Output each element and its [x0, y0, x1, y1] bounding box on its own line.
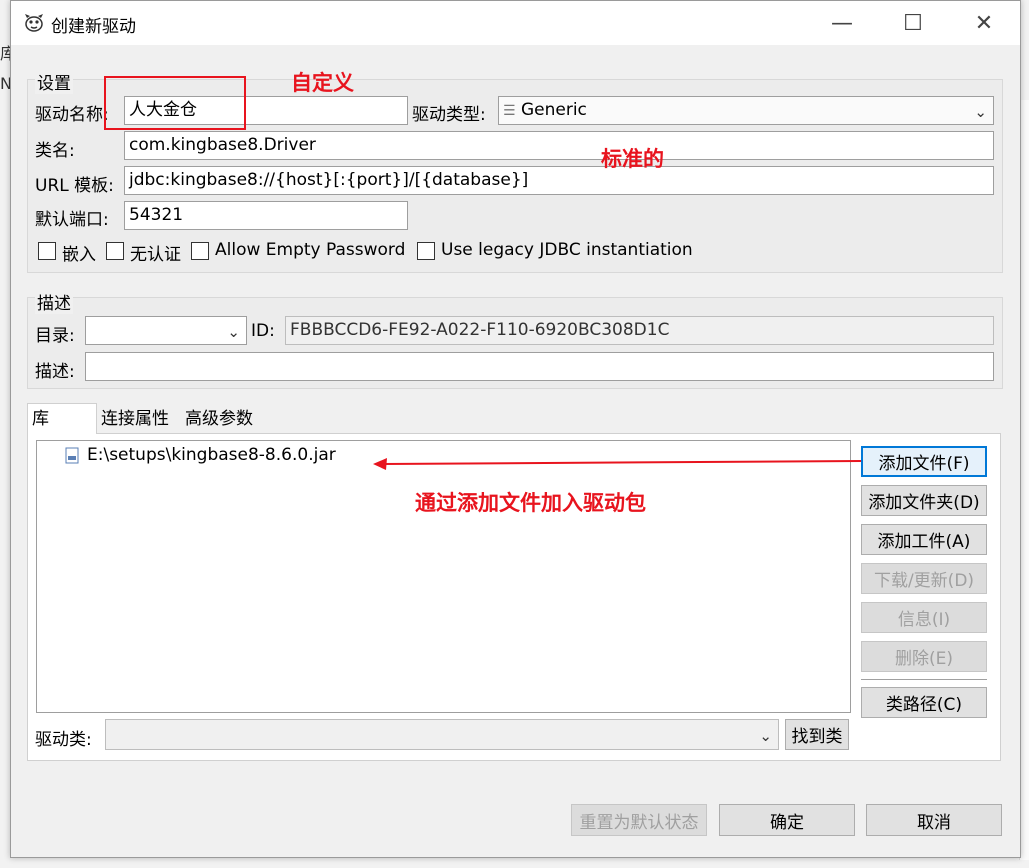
annotation-highlight-box	[104, 76, 246, 130]
add-artifact-button[interactable]: 添加工件(A)	[861, 524, 987, 555]
add-folder-button[interactable]: 添加文件夹(D)	[861, 485, 987, 516]
reset-defaults-button[interactable]: 重置为默认状态	[571, 804, 707, 836]
url-template-label: URL 模板:	[35, 176, 114, 196]
id-value: FBBBCCD6-FE92-A022-F110-6920BC308D1C	[290, 320, 670, 340]
legacy-jdbc-checkbox[interactable]	[417, 242, 435, 260]
delete-label: 删除(E)	[894, 649, 953, 669]
add-file-button[interactable]: 添加文件(F)	[861, 446, 987, 477]
description-legend: 描述	[35, 289, 73, 314]
class-name-label: 类名:	[35, 141, 75, 161]
minimize-button[interactable]: —	[813, 1, 871, 45]
driver-type-select[interactable]: ☰ Generic ⌄	[498, 96, 994, 125]
add-artifact-label: 添加工件(A)	[877, 532, 971, 552]
allow-empty-password-label: Allow Empty Password	[215, 240, 406, 260]
description-label: 描述:	[35, 362, 75, 382]
jar-file-icon	[65, 447, 79, 463]
annotation-standard: 标准的	[601, 146, 664, 171]
chevron-down-icon: ⌄	[227, 323, 240, 341]
tab-libraries-label: 库	[32, 409, 49, 429]
category-label: 目录:	[35, 326, 75, 346]
find-class-button[interactable]: 找到类	[785, 719, 849, 750]
library-file-list[interactable]: E:\setups\kingbase8-8.6.0.jar	[36, 440, 851, 713]
no-auth-checkbox[interactable]	[106, 242, 124, 260]
cancel-label: 取消	[917, 812, 951, 833]
driver-type-value: Generic	[520, 100, 587, 120]
tab-advanced-parameters-label: 高级参数	[185, 409, 253, 429]
ok-button[interactable]: 确定	[719, 804, 855, 836]
maximize-icon: ☐	[903, 10, 923, 36]
default-port-value: 54321	[129, 205, 184, 225]
list-item[interactable]: E:\setups\kingbase8-8.6.0.jar	[65, 445, 336, 465]
url-template-input[interactable]: jdbc:kingbase8://{host}[:{port}]/[{datab…	[124, 166, 994, 195]
close-button[interactable]: ✕	[955, 1, 1013, 45]
create-driver-dialog: 创建新驱动 — ☐ ✕ 设置 驱动名称: 人大金仓 驱动类型: ☰ Generi…	[10, 0, 1021, 858]
add-file-label: 添加文件(F)	[878, 454, 970, 474]
window-title: 创建新驱动	[51, 17, 136, 37]
delete-button[interactable]: 删除(E)	[861, 641, 987, 672]
driver-type-label: 驱动类型:	[412, 105, 486, 125]
category-select[interactable]: ⌄	[85, 316, 247, 345]
info-button[interactable]: 信息(I)	[861, 602, 987, 633]
driver-name-label: 驱动名称:	[35, 105, 109, 125]
tab-connection-properties[interactable]: 连接属性	[97, 404, 173, 434]
class-name-value: com.kingbase8.Driver	[129, 135, 316, 155]
annotation-custom: 自定义	[291, 70, 354, 95]
ok-label: 确定	[770, 812, 804, 833]
annotation-arrow	[373, 458, 862, 470]
url-template-value: jdbc:kingbase8://{host}[:{port}]/[{datab…	[129, 170, 529, 190]
settings-legend: 设置	[35, 69, 73, 94]
database-icon: ☰	[503, 103, 516, 119]
minimize-icon: —	[831, 10, 853, 36]
description-input[interactable]	[85, 352, 994, 381]
download-update-button[interactable]: 下载/更新(D)	[861, 563, 987, 594]
separator	[861, 679, 987, 680]
library-file-name: E:\setups\kingbase8-8.6.0.jar	[87, 445, 336, 465]
default-port-label: 默认端口:	[35, 210, 109, 230]
info-label: 信息(I)	[897, 610, 951, 630]
classpath-button[interactable]: 类路径(C)	[861, 687, 987, 718]
tab-connection-properties-label: 连接属性	[101, 409, 169, 429]
close-icon: ✕	[974, 10, 994, 36]
class-name-input[interactable]: com.kingbase8.Driver	[124, 131, 994, 160]
id-label: ID:	[251, 321, 275, 341]
download-update-label: 下载/更新(D)	[873, 571, 975, 591]
annotation-add-file-hint: 通过添加文件加入驱动包	[415, 490, 646, 515]
tab-advanced-parameters[interactable]: 高级参数	[181, 404, 257, 434]
id-field: FBBBCCD6-FE92-A022-F110-6920BC308D1C	[285, 316, 994, 345]
reset-defaults-label: 重置为默认状态	[579, 812, 699, 833]
add-folder-label: 添加文件夹(D)	[868, 493, 980, 513]
title-bar: 创建新驱动 — ☐ ✕	[11, 1, 1020, 45]
dbeaver-beaver-icon	[25, 14, 43, 32]
chevron-down-icon: ⌄	[759, 727, 772, 745]
driver-class-label: 驱动类:	[35, 730, 92, 750]
cancel-button[interactable]: 取消	[866, 804, 1002, 836]
driver-class-select[interactable]: ⌄	[105, 719, 779, 750]
default-port-input[interactable]: 54321	[124, 201, 408, 230]
no-auth-label: 无认证	[130, 245, 181, 265]
allow-empty-password-checkbox[interactable]	[191, 242, 209, 260]
embedded-checkbox[interactable]	[38, 242, 56, 260]
chevron-down-icon: ⌄	[974, 103, 987, 121]
embedded-label: 嵌入	[62, 245, 96, 265]
legacy-jdbc-label: Use legacy JDBC instantiation	[441, 240, 693, 260]
find-class-label: 找到类	[791, 727, 843, 747]
classpath-label: 类路径(C)	[885, 695, 963, 715]
tab-libraries[interactable]: 库	[27, 403, 97, 434]
maximize-button[interactable]: ☐	[884, 1, 942, 45]
